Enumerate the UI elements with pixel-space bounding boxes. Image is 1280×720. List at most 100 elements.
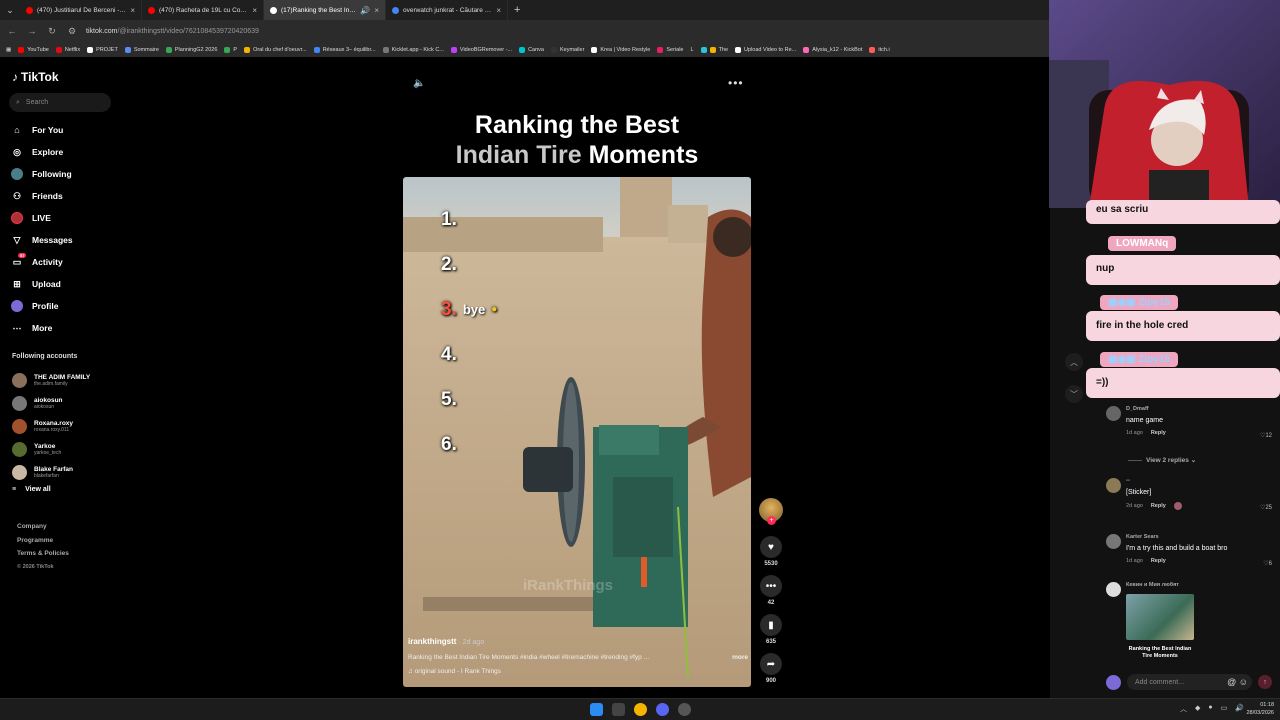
nav-item-following[interactable]: Following — [10, 163, 125, 185]
tiktok-logo[interactable]: ♪ TikTok — [12, 70, 59, 84]
bookmark[interactable]: Seriale — [657, 46, 684, 53]
video-player[interactable]: 1. 2. 3. bye ● 4. 5. 6. iRankThings irankt… — [403, 177, 751, 687]
following-account[interactable]: aiokosun aiokosun — [12, 392, 122, 415]
comment-like[interactable]: ♡6 — [1263, 560, 1272, 567]
bookmark[interactable]: itch.i — [869, 46, 890, 53]
shield-icon[interactable]: ◆ — [1195, 704, 1200, 714]
following-account[interactable]: Blake Farfan blakefarfan — [12, 461, 122, 484]
bookmark[interactable]: P — [224, 46, 237, 53]
bookmark[interactable]: Kicklet.app - Kick C... — [382, 46, 444, 53]
footer-link-company[interactable]: Company — [17, 520, 69, 534]
bookmark[interactable]: VideoBGRemover -... — [450, 46, 512, 53]
nav-item-for-you[interactable]: ⌂ For You — [10, 119, 125, 141]
following-account[interactable]: THE ADIM FAMILY the.adim.family — [12, 369, 122, 392]
bookmark[interactable]: PlanningG2 2026 — [165, 46, 217, 53]
obs-icon[interactable] — [678, 703, 691, 716]
nav-item-profile[interactable]: Profile — [10, 295, 125, 317]
avatar[interactable] — [1106, 582, 1121, 597]
close-icon[interactable]: × — [252, 6, 257, 15]
more-button[interactable]: more — [732, 654, 748, 661]
send-icon[interactable]: ↑ — [1258, 675, 1272, 689]
chrome-icon[interactable] — [634, 703, 647, 716]
video-sound[interactable]: ♫ original sound - I Rank Things — [408, 668, 748, 675]
close-icon[interactable]: × — [496, 6, 501, 15]
bookmark[interactable]: Oral du chef d'oeuvr... — [244, 46, 307, 53]
nav-item-messages[interactable]: ▽ Messages — [10, 229, 125, 251]
site-info-icon[interactable]: ⚙ — [66, 26, 78, 37]
comment-like[interactable]: ♡25 — [1260, 504, 1272, 511]
browser-tab[interactable]: overwatch junkrat - Căutare Go × — [386, 0, 508, 20]
nav-item-upload[interactable]: ⊞ Upload — [10, 273, 125, 295]
back-icon[interactable]: ← — [6, 26, 18, 36]
share-icon[interactable]: ➦ — [760, 653, 782, 675]
speaker-icon[interactable]: 🔊 — [360, 6, 370, 15]
comment-input[interactable]: Add comment... @ ☺ — [1127, 674, 1252, 690]
browser-tab[interactable]: (470) Justitiarul De Berceni - Yo × — [20, 0, 142, 20]
bookmark-icon[interactable]: ▮ — [760, 614, 782, 636]
nav-item-more[interactable]: ⋯ More — [10, 317, 125, 339]
comment-icon[interactable]: ••• — [760, 575, 782, 597]
sticker-image[interactable] — [1126, 594, 1194, 640]
creator-avatar[interactable]: + — [759, 498, 783, 525]
follow-plus-icon[interactable]: + — [767, 516, 776, 525]
comment-user[interactable]: Karter Sears — [1126, 534, 1272, 540]
browser-tab-active[interactable]: (17)Ranking the Best Indian 🔊 × — [264, 0, 386, 20]
avatar[interactable] — [1106, 534, 1121, 549]
clock[interactable]: 01:18 28/03/2026 — [1246, 702, 1274, 717]
more-options-icon[interactable]: ••• — [728, 76, 744, 90]
reply-button[interactable]: Reply — [1151, 430, 1166, 436]
app-tray-icon[interactable]: ● — [1208, 704, 1212, 714]
nav-item-activity[interactable]: ▭ 57 Activity — [10, 251, 125, 273]
following-account[interactable]: Roxana.roxy roxana.roxy.011 — [12, 415, 122, 438]
chevron-down-icon[interactable]: ﹀ — [1065, 385, 1083, 403]
network-icon[interactable]: ▭ — [1221, 704, 1228, 714]
footer-link-programme[interactable]: Programme — [17, 534, 69, 548]
tab-search-icon[interactable]: ⌄ — [0, 0, 20, 20]
bookmark[interactable]: L — [691, 47, 694, 53]
nav-item-live[interactable]: LIVE — [10, 207, 125, 229]
close-icon[interactable]: × — [374, 6, 379, 15]
view-all-button[interactable]: ≡ View all — [12, 486, 122, 493]
bookmark[interactable]: Keymailer — [550, 46, 584, 53]
video-author[interactable]: irankthingstt · 2d ago — [408, 637, 748, 646]
view-replies-button[interactable]: View 2 replies ⌄ — [1128, 456, 1196, 464]
reload-icon[interactable]: ↻ — [46, 26, 58, 37]
footer-link-terms[interactable]: Terms & Policies — [17, 547, 69, 561]
bookmark[interactable]: Netflix — [55, 46, 80, 53]
avatar[interactable] — [1106, 406, 1121, 421]
bookmark[interactable]: Canva — [519, 46, 544, 53]
url-field[interactable]: tiktok.com/@irankthingstt/video/76210845… — [86, 28, 259, 35]
file-explorer-icon[interactable] — [612, 703, 625, 716]
new-tab-button[interactable]: + — [508, 4, 526, 16]
windows-start-icon[interactable] — [590, 703, 603, 716]
comment-like[interactable]: ♡12 — [1260, 432, 1272, 439]
volume-icon[interactable]: 🔈 — [413, 78, 425, 89]
chevron-up-icon[interactable]: ︿ — [1180, 704, 1187, 714]
bookmark[interactable]: Upload Video to Re... — [735, 46, 796, 53]
bookmark[interactable]: Alysia_k12 - KickBot — [803, 46, 862, 53]
apps-icon[interactable]: ▦ — [6, 47, 11, 53]
heart-icon[interactable]: ♥ — [760, 536, 782, 558]
following-account[interactable]: Yarkoe yarkoe_tech — [12, 438, 122, 461]
bookmark[interactable]: Sommaire — [124, 46, 159, 53]
mention-icon[interactable]: @ ☺ — [1227, 677, 1248, 687]
forward-icon[interactable]: → — [26, 26, 38, 36]
bookmark[interactable]: YouTube — [18, 46, 49, 53]
reply-button[interactable]: Reply — [1151, 503, 1166, 509]
bookmark[interactable]: Réseaux 3– équilibr... — [313, 46, 376, 53]
bookmark[interactable]: The — [700, 46, 728, 53]
avatar[interactable] — [1106, 478, 1121, 493]
search-input[interactable]: ⌕ Search — [9, 93, 111, 112]
bookmark[interactable]: Krea | Video Restyle — [591, 46, 650, 53]
volume-icon[interactable]: 🔊 — [1235, 704, 1244, 714]
chevron-up-icon[interactable]: ︿ — [1065, 353, 1083, 371]
comment-user[interactable]: Кевин и Мия любят — [1126, 582, 1272, 588]
comment-user[interactable]: D_Dmaff — [1126, 406, 1272, 412]
nav-item-friends[interactable]: ⚇ Friends — [10, 185, 125, 207]
browser-tab[interactable]: (470) Racheta de 19L cu Coca C × — [142, 0, 264, 20]
nav-item-explore[interactable]: ◎ Explore — [10, 141, 125, 163]
discord-icon[interactable] — [656, 703, 669, 716]
close-icon[interactable]: × — [130, 6, 135, 15]
reply-button[interactable]: Reply — [1151, 558, 1166, 564]
bookmark[interactable]: PROJET — [87, 46, 118, 53]
